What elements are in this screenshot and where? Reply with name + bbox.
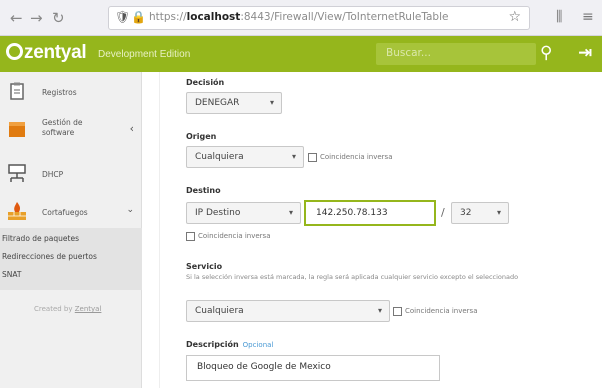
destino-mask-select[interactable]: 32 ▾ <box>451 202 509 224</box>
destino-type-value: IP Destino <box>195 208 241 218</box>
sidebar-item-label: DHCP <box>42 170 64 179</box>
destino-mask-value: 32 <box>460 208 472 218</box>
sidebar-subitem-redirecciones[interactable]: Redirecciones de puertos <box>2 252 97 261</box>
servicio-value: Cualquiera <box>195 306 244 316</box>
chevron-down-icon: ▾ <box>496 208 501 217</box>
chevron-down-icon: ▾ <box>377 306 382 315</box>
shield-icon[interactable]: 🛡 <box>115 10 130 24</box>
menu-icon[interactable]: ≡ <box>582 9 594 25</box>
optional-tag: Opcional <box>242 341 274 349</box>
servicio-inverse-label: Coincidencia inversa <box>405 307 478 315</box>
browser-toolbar: ← → ↻ 🛡 🔒 https://localhost:8443/Firewal… <box>0 0 602 36</box>
descripcion-input[interactable]: Bloqueo de Google de Mexico <box>186 355 440 381</box>
zentyal-logo[interactable]: zentyal <box>6 42 87 64</box>
network-icon <box>8 164 26 182</box>
decision-value: DENEGAR <box>195 98 240 108</box>
destino-label: Destino <box>186 186 221 195</box>
zentyal-logo-ring-icon <box>6 43 23 60</box>
search-placeholder: Buscar... <box>386 47 431 59</box>
sidebar-item-label: Gestión de software <box>42 118 83 137</box>
url-text[interactable]: https://localhost:8443/Firewall/View/ToI… <box>149 11 448 23</box>
decision-label: Decisión <box>186 78 225 87</box>
logout-icon[interactable]: ⇥ <box>578 43 592 63</box>
edition-label: Development Edition <box>98 49 191 60</box>
servicio-inverse-checkbox[interactable] <box>393 307 402 316</box>
decision-select[interactable]: DENEGAR ▾ <box>186 92 282 114</box>
bookmark-star-icon[interactable]: ☆ <box>508 9 521 25</box>
origen-label: Origen <box>186 132 217 141</box>
sidebar-footer: Created by Zentyal <box>34 305 102 313</box>
sidebar-submenu: Filtrado de paquetes Redirecciones de pu… <box>0 228 142 290</box>
destino-ip-value: 142.250.78.133 <box>316 208 388 218</box>
zentyal-link[interactable]: Zentyal <box>75 305 102 313</box>
sidebar-item-label: Cortafuegos <box>42 208 88 217</box>
destino-inverse-label: Coincidencia inversa <box>198 232 271 240</box>
lock-icon[interactable]: 🔒 <box>131 10 146 24</box>
origen-inverse-label: Coincidencia inversa <box>320 153 393 161</box>
firewall-icon <box>8 202 26 220</box>
rule-form: Decisión DENEGAR ▾ Origen Cualquiera ▾ C… <box>159 72 602 388</box>
servicio-select[interactable]: Cualquiera ▾ <box>186 300 390 322</box>
sidebar-item-dhcp[interactable]: DHCP <box>0 160 142 186</box>
sidebar-subitem-snat[interactable]: SNAT <box>2 270 22 279</box>
search-input[interactable]: Buscar... <box>376 43 536 65</box>
library-icon[interactable]: ⫼ <box>556 9 562 25</box>
sidebar-item-label: Registros <box>42 88 77 97</box>
chevron-left-icon: ‹ <box>129 122 134 135</box>
chevron-down-icon: ⌄ <box>126 205 134 215</box>
destino-ip-input[interactable]: 142.250.78.133 <box>304 200 436 226</box>
servicio-label: Servicio <box>186 262 223 271</box>
destino-type-select[interactable]: IP Destino ▾ <box>186 202 301 224</box>
sidebar-subitem-filtrado[interactable]: Filtrado de paquetes <box>2 234 79 243</box>
servicio-note: Si la selección inversa está marcada, la… <box>186 273 519 281</box>
back-icon[interactable]: ← <box>10 9 23 27</box>
search-icon[interactable]: ⚲ <box>540 43 552 63</box>
sidebar-item-registros[interactable]: Registros <box>0 78 142 104</box>
main-content: Decisión DENEGAR ▾ Origen Cualquiera ▾ C… <box>143 72 602 388</box>
chevron-down-icon: ▾ <box>269 98 274 107</box>
app-header: zentyal Development Edition Buscar... ⚲ … <box>0 36 602 72</box>
sidebar: Registros Gestión de software ‹ DHCP Cor… <box>0 72 142 388</box>
destino-inverse-checkbox[interactable] <box>186 232 195 241</box>
origen-value: Cualquiera <box>195 152 244 162</box>
forward-icon[interactable]: → <box>30 9 43 27</box>
box-icon <box>9 122 25 137</box>
origen-inverse-checkbox[interactable] <box>308 153 317 162</box>
clipboard-icon <box>10 82 24 100</box>
descripcion-label: Descripción Opcional <box>186 340 274 349</box>
mask-separator: / <box>441 206 445 219</box>
origen-select[interactable]: Cualquiera ▾ <box>186 146 304 168</box>
chevron-down-icon: ▾ <box>288 208 293 217</box>
descripcion-value: Bloqueo de Google de Mexico <box>197 362 331 372</box>
reload-icon[interactable]: ↻ <box>52 9 65 27</box>
address-bar[interactable]: 🛡 🔒 https://localhost:8443/Firewall/View… <box>108 6 530 30</box>
chevron-down-icon: ▾ <box>291 152 296 161</box>
sidebar-item-software[interactable]: Gestión de software ‹ <box>0 110 142 146</box>
sidebar-item-cortafuegos[interactable]: Cortafuegos ⌄ <box>0 198 142 226</box>
